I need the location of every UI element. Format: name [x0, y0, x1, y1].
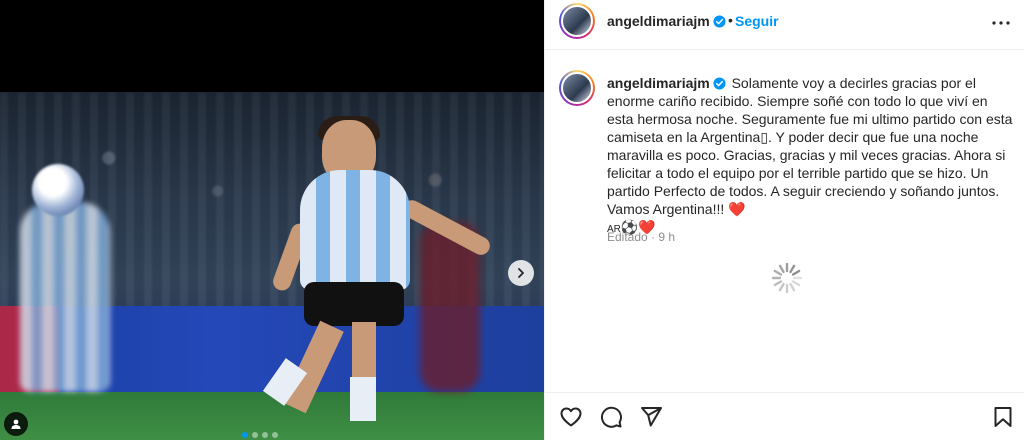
chevron-right-icon [518, 268, 524, 278]
post-meta: Editado · 9 h [607, 230, 675, 244]
photo-ball [32, 164, 84, 216]
spinner-spoke [791, 269, 801, 276]
header-separator: • [728, 12, 733, 28]
caption-text: Solamente voy a decirles gracias por el … [607, 75, 1013, 217]
player-shorts [304, 282, 404, 326]
comment-icon[interactable] [599, 405, 623, 429]
carousel-next-button[interactable] [508, 260, 534, 286]
edited-label: Editado [607, 230, 648, 244]
spinner-spoke [773, 269, 783, 276]
photo-background-player [20, 202, 110, 392]
post-side-panel: angeldimariajm • Seguir angeldimariajm S… [544, 0, 1024, 440]
send-icon[interactable] [639, 405, 663, 429]
carousel-dot [272, 432, 278, 438]
post-media [0, 0, 544, 440]
post-header: angeldimariajm • Seguir [545, 0, 1024, 50]
tagged-users-button[interactable] [4, 412, 28, 436]
spinner-spoke [778, 282, 785, 292]
spinner-spoke [791, 280, 801, 287]
spinner-spoke [773, 280, 783, 287]
post-caption: angeldimariajm Solamente voy a decirles … [607, 74, 1015, 239]
post-time[interactable]: 9 h [658, 230, 675, 244]
carousel-dots [242, 432, 278, 438]
caption-avatar[interactable] [559, 70, 595, 106]
heart-icon[interactable] [559, 405, 583, 429]
carousel-dot [242, 432, 248, 438]
verified-badge-icon [713, 77, 726, 90]
caption-username[interactable]: angeldimariajm [607, 75, 726, 91]
verified-badge-icon [713, 15, 726, 28]
post-photo[interactable] [0, 92, 544, 440]
player-sock-right [350, 377, 376, 421]
spinner-spoke [789, 264, 796, 274]
follow-button[interactable]: Seguir [735, 13, 779, 29]
spinner-spoke [778, 264, 785, 274]
spinner-icon [771, 262, 803, 294]
carousel-dot [262, 432, 268, 438]
more-options-button[interactable] [992, 14, 1010, 32]
heart-emoji-icon: ❤️ [728, 201, 746, 217]
bookmark-icon[interactable] [991, 405, 1015, 429]
more-horizontal-icon [992, 21, 1010, 25]
avatar[interactable] [559, 3, 595, 39]
spinner-spoke [789, 282, 796, 292]
player-jersey [300, 170, 410, 290]
post-actions [545, 392, 1024, 440]
user-icon [11, 419, 21, 429]
header-username[interactable]: angeldimariajm [607, 13, 726, 29]
carousel-dot [252, 432, 258, 438]
